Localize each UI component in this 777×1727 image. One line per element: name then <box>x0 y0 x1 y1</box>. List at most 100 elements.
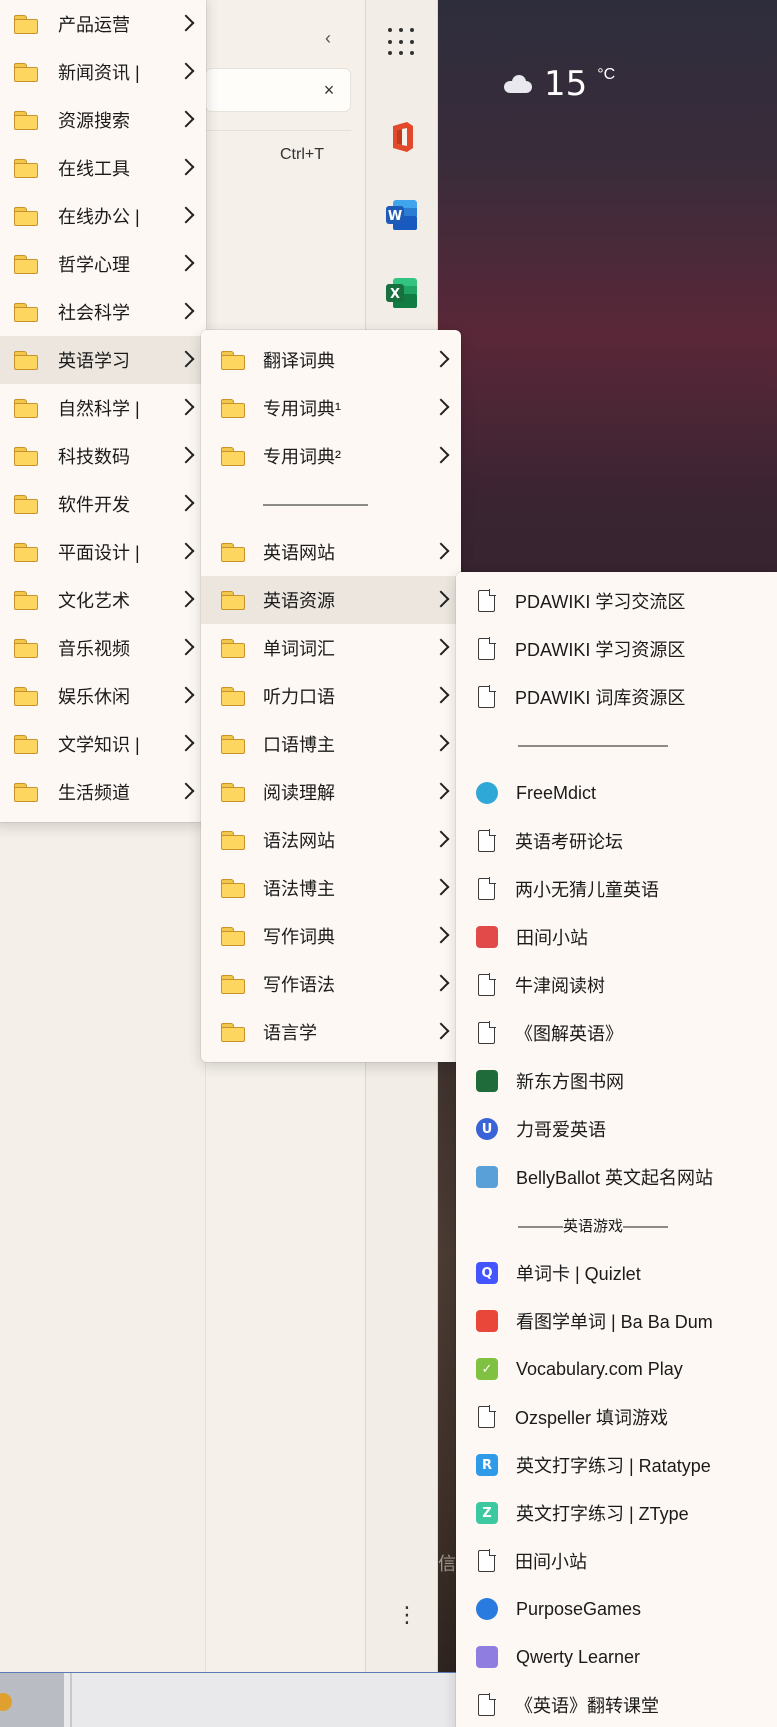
apps-grid-icon[interactable] <box>388 28 416 56</box>
folder-icon <box>14 638 38 658</box>
menu-item-label: 英语学习 <box>58 351 130 371</box>
chevron-right-icon <box>180 540 192 562</box>
bookmark-item-item[interactable]: 两小无猜儿童英语 <box>456 865 777 913</box>
more-options-icon[interactable]: ⋮ <box>396 1604 418 1626</box>
temperature-unit: °C <box>597 66 616 83</box>
bookmark-item-item[interactable]: 《图解英语》 <box>456 1009 777 1057</box>
temperature: 15 <box>544 64 588 104</box>
separator-text: ———英语游戏——— <box>518 1217 669 1235</box>
weather-widget[interactable]: 15 °C <box>500 62 615 106</box>
separator-text: ——————— <box>263 495 368 513</box>
bookmark-item-item[interactable]: U 力哥爱英语 <box>456 1105 777 1153</box>
submenu-item-10[interactable]: 语法网站 <box>201 816 461 864</box>
submenu-item-0[interactable]: 翻译词典 <box>201 336 461 384</box>
app-icon[interactable] <box>0 1693 12 1711</box>
u-circle-icon: U <box>476 1118 498 1140</box>
bookmark-item-item[interactable]: 田间小站 <box>456 1537 777 1585</box>
bookmark-item-ozspeller[interactable]: Ozspeller 填词游戏 <box>456 1393 777 1441</box>
bookmark-item-item[interactable]: 牛津阅读树 <box>456 961 777 1009</box>
bookmark-item-ztype[interactable]: Z 英文打字练习 | ZType <box>456 1489 777 1537</box>
chevron-right-icon <box>180 636 192 658</box>
taskbar-app-slot[interactable] <box>0 1673 64 1727</box>
menu-item-label: 力哥爱英语 <box>516 1120 606 1140</box>
stork-icon <box>476 1166 498 1188</box>
bookmark-item-bellyballot[interactable]: BellyBallot 英文起名网站 <box>456 1153 777 1201</box>
chevron-right-icon <box>435 924 447 946</box>
folder-icon <box>221 830 245 850</box>
chevron-right-icon <box>180 492 192 514</box>
menu-item-13[interactable]: 音乐视频 <box>0 624 206 672</box>
folder-icon <box>14 110 38 130</box>
bookmark-item-item[interactable]: 新东方图书网 <box>456 1057 777 1105</box>
chevron-right-icon <box>180 780 192 802</box>
submenu-item-11[interactable]: 语法博主 <box>201 864 461 912</box>
folder-icon <box>14 14 38 34</box>
menu-item-label: 软件开发 <box>58 495 130 515</box>
word-icon[interactable]: W <box>383 196 421 234</box>
chevron-right-icon <box>435 588 447 610</box>
menu-item-9[interactable]: 科技数码 <box>0 432 206 480</box>
submenu-item-1[interactable]: 专用词典¹ <box>201 384 461 432</box>
submenu-item-4[interactable]: 英语网站 <box>201 528 461 576</box>
search-tab-field[interactable]: × <box>205 68 351 112</box>
menu-item-label: 新东方图书网 <box>516 1072 624 1092</box>
menu-separator: ———英语游戏——— <box>456 1201 777 1249</box>
chevron-right-icon <box>180 732 192 754</box>
bookmark-item-item[interactable]: 田间小站 <box>456 913 777 961</box>
submenu-item-6[interactable]: 单词词汇 <box>201 624 461 672</box>
folder-icon <box>221 446 245 466</box>
page-icon <box>478 589 496 612</box>
menu-item-14[interactable]: 娱乐休闲 <box>0 672 206 720</box>
submenu-item-13[interactable]: 写作语法 <box>201 960 461 1008</box>
bookmark-item-ba-ba-dum[interactable]: 看图学单词 | Ba Ba Dum <box>456 1297 777 1345</box>
menu-item-label: Qwerty Learner <box>516 1646 641 1667</box>
menu-item-3[interactable]: 在线工具 <box>0 144 206 192</box>
menu-item-label: 牛津阅读树 <box>515 976 605 996</box>
bookmark-item-pdawiki[interactable]: PDAWIKI 学习资源区 <box>456 625 777 673</box>
menu-item-1[interactable]: 新闻资讯 | <box>0 48 206 96</box>
office-icon[interactable] <box>383 118 421 156</box>
submenu-item-9[interactable]: 阅读理解 <box>201 768 461 816</box>
menu-item-12[interactable]: 文化艺术 <box>0 576 206 624</box>
submenu-item-7[interactable]: 听力口语 <box>201 672 461 720</box>
bookmark-item-pdawiki[interactable]: PDAWIKI 词库资源区 <box>456 673 777 721</box>
menu-item-4[interactable]: 在线办公 | <box>0 192 206 240</box>
bookmark-item-qwerty-learner[interactable]: Qwerty Learner <box>456 1633 777 1681</box>
menu-item-label: PDAWIKI 学习资源区 <box>515 640 686 660</box>
menu-item-2[interactable]: 资源搜索 <box>0 96 206 144</box>
chevron-right-icon <box>180 396 192 418</box>
submenu-item-12[interactable]: 写作词典 <box>201 912 461 960</box>
bookmark-item-ratatype[interactable]: R 英文打字练习 | Ratatype <box>456 1441 777 1489</box>
folder-icon <box>221 734 245 754</box>
bookmark-item-item[interactable]: 《英语》翻转课堂 <box>456 1681 777 1727</box>
menu-item-11[interactable]: 平面设计 | <box>0 528 206 576</box>
submenu-item-14[interactable]: 语言学 <box>201 1008 461 1056</box>
bookmark-item-item[interactable]: 英语考研论坛 <box>456 817 777 865</box>
submenu-item-5[interactable]: 英语资源 <box>201 576 461 624</box>
menu-item-16[interactable]: 生活频道 <box>0 768 206 816</box>
menu-separator: —————————— <box>456 721 777 769</box>
menu-item-7[interactable]: 英语学习 <box>0 336 206 384</box>
menu-item-0[interactable]: 产品运营 <box>0 0 206 48</box>
excel-icon[interactable]: X <box>383 274 421 312</box>
menu-item-label: 口语博主 <box>263 735 335 755</box>
folder-icon <box>14 734 38 754</box>
menu-item-label: 自然科学 | <box>58 399 140 419</box>
collapse-chevron-icon[interactable]: ‹ <box>318 26 338 50</box>
folder-icon <box>221 350 245 370</box>
menu-item-5[interactable]: 哲学心理 <box>0 240 206 288</box>
bookmark-item-pdawiki[interactable]: PDAWIKI 学习交流区 <box>456 577 777 625</box>
bookmark-item-vocabulary-com-play[interactable]: ✓ Vocabulary.com Play <box>456 1345 777 1393</box>
menu-item-15[interactable]: 文学知识 | <box>0 720 206 768</box>
menu-item-10[interactable]: 软件开发 <box>0 480 206 528</box>
menu-item-8[interactable]: 自然科学 | <box>0 384 206 432</box>
submenu-item-2[interactable]: 专用词典² <box>201 432 461 480</box>
bookmark-item-freemdict[interactable]: FreeMdict <box>456 769 777 817</box>
close-icon[interactable]: × <box>318 79 340 101</box>
menu-item-label: 阅读理解 <box>263 783 335 803</box>
bookmark-item-purposegames[interactable]: PurposeGames <box>456 1585 777 1633</box>
bookmark-item-quizlet[interactable]: Q 单词卡 | Quizlet <box>456 1249 777 1297</box>
menu-item-6[interactable]: 社会科学 <box>0 288 206 336</box>
submenu-item-8[interactable]: 口语博主 <box>201 720 461 768</box>
folder-icon <box>14 446 38 466</box>
